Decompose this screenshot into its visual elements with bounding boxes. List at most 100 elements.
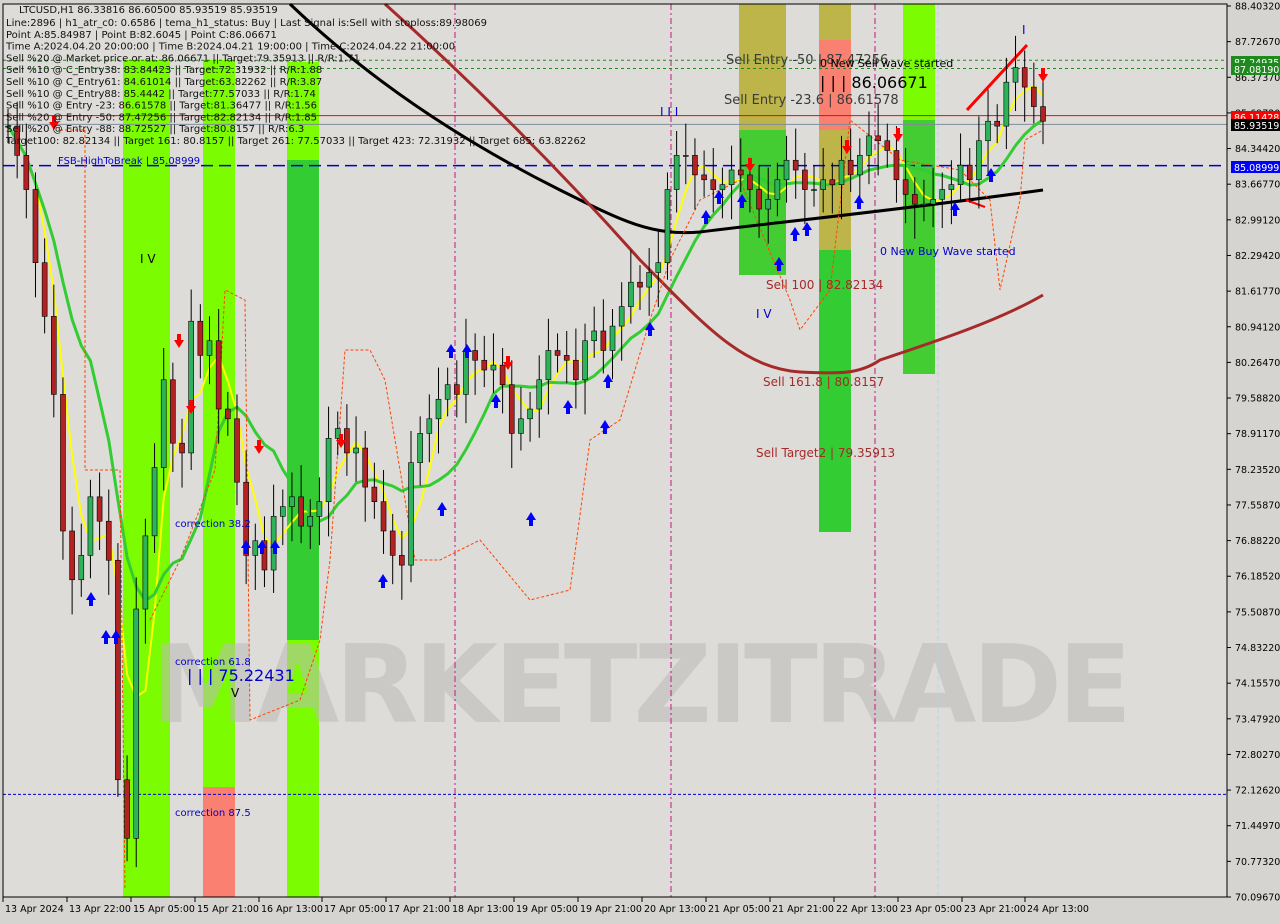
x-tick-label: 19 Apr 05:00 bbox=[516, 904, 578, 915]
candle-bull bbox=[728, 169, 735, 185]
candle-bear bbox=[298, 496, 304, 527]
annotation-label: Sell Entry -23.6 | 86.61578 bbox=[724, 93, 899, 108]
candle-bear bbox=[737, 169, 744, 176]
y-tick-label: 80.94120 bbox=[1235, 322, 1280, 333]
candle-bull bbox=[545, 350, 552, 381]
candle-bear bbox=[563, 355, 570, 361]
candle-bull bbox=[774, 179, 781, 200]
symbol-header: LTCUSD,H1 86.33816 86.60500 85.93519 85.… bbox=[19, 5, 278, 16]
candle-bear bbox=[994, 120, 1001, 127]
candle-bear bbox=[1031, 86, 1037, 107]
candle-bear bbox=[902, 179, 909, 195]
candle-bear bbox=[96, 496, 103, 522]
annotation-label: 0 New Buy Wave started bbox=[880, 245, 1016, 258]
x-tick-label: 13 Apr 2024 bbox=[5, 904, 64, 915]
candle-bear bbox=[701, 174, 707, 181]
candle-bull bbox=[188, 320, 194, 454]
candle-bear bbox=[115, 559, 121, 781]
candle-bear bbox=[41, 262, 48, 317]
zone-7 bbox=[739, 130, 786, 275]
candle-bear bbox=[124, 779, 130, 839]
y-tick-label: 70.09670 bbox=[1235, 893, 1280, 904]
candle-bear bbox=[225, 408, 231, 420]
info-line: Sell %10 @ C_Entry61: 84.61014 || Target… bbox=[6, 77, 322, 88]
candle-bull bbox=[957, 164, 964, 185]
candle-bull bbox=[78, 555, 85, 581]
candle-bear bbox=[454, 384, 460, 395]
candle-bull bbox=[682, 155, 689, 157]
candle-bull bbox=[536, 379, 543, 410]
candle-bear bbox=[60, 394, 66, 532]
y-tick-label: 78.23520 bbox=[1235, 465, 1280, 476]
candle-bull bbox=[133, 608, 140, 839]
candle-bear bbox=[371, 486, 378, 503]
x-tick-label: 23 Apr 21:00 bbox=[964, 904, 1026, 915]
candle-bull bbox=[444, 384, 451, 400]
candle-bull bbox=[985, 120, 991, 142]
candle-bull bbox=[609, 325, 616, 351]
candle-bull bbox=[279, 506, 286, 517]
x-tick-label: 15 Apr 05:00 bbox=[133, 904, 195, 915]
candle-bull bbox=[838, 159, 845, 185]
candle-bear bbox=[756, 189, 762, 210]
candle-bear bbox=[499, 364, 506, 385]
candle-bull bbox=[87, 496, 94, 556]
chart-area[interactable]: MARKETZITRADE FSB-HighToBreak | 85.08999… bbox=[0, 0, 1280, 920]
candle-bull bbox=[921, 203, 927, 206]
candle-bear bbox=[554, 350, 561, 356]
candle-bear bbox=[573, 359, 579, 381]
y-tick-label: 80.26470 bbox=[1235, 358, 1280, 369]
info-line: Sell %10 @ C_Entry38: 83.84423 || Target… bbox=[6, 65, 322, 76]
zone-5 bbox=[287, 160, 319, 640]
y-tick-label: 75.50870 bbox=[1235, 607, 1280, 618]
candle-bull bbox=[618, 306, 625, 327]
candle-bull bbox=[719, 184, 726, 190]
y-tick-label: 76.88220 bbox=[1235, 536, 1280, 547]
candle-bull bbox=[646, 272, 652, 288]
candle-bear bbox=[875, 135, 881, 142]
candle-bull bbox=[353, 447, 359, 454]
y-tick-label: 74.15570 bbox=[1235, 679, 1280, 690]
candle-bear bbox=[1021, 67, 1028, 88]
candle-bear bbox=[170, 379, 176, 444]
candle-bear bbox=[1040, 106, 1046, 122]
annotation-label: 0 New Sell wave started bbox=[820, 57, 953, 70]
x-tick-label: 22 Apr 13:00 bbox=[836, 904, 898, 915]
y-tick-label: 82.99120 bbox=[1235, 215, 1280, 226]
x-tick-label: 21 Apr 05:00 bbox=[708, 904, 770, 915]
candle-bear bbox=[472, 350, 478, 361]
candle-bear bbox=[69, 530, 75, 581]
candle-bear bbox=[847, 159, 854, 176]
candle-bear bbox=[792, 159, 799, 171]
candle-bear bbox=[362, 447, 369, 488]
annotation-label: correction 38.2 bbox=[175, 519, 251, 530]
info-line: Sell %20 @ Entry -88: 88.72527 || Target… bbox=[6, 124, 304, 135]
candle-bear bbox=[481, 359, 488, 371]
watermark: MARKETZITRADE bbox=[152, 623, 1132, 748]
annotation-label: I V bbox=[140, 252, 156, 266]
y-tick-label: 84.34420 bbox=[1235, 144, 1280, 155]
candle-bull bbox=[820, 179, 826, 190]
y-tick-label: 79.58820 bbox=[1235, 394, 1280, 405]
candle-bear bbox=[692, 155, 698, 176]
x-tick-label: 13 Apr 22:00 bbox=[69, 904, 131, 915]
price-chart[interactable]: MARKETZITRADE FSB-HighToBreak | 85.08999… bbox=[0, 0, 1280, 920]
candle-bull bbox=[628, 281, 634, 307]
candle-bull bbox=[976, 140, 982, 181]
candle-bull bbox=[490, 364, 497, 371]
x-tick-label: 19 Apr 21:00 bbox=[580, 904, 642, 915]
candle-bear bbox=[911, 194, 918, 205]
candle-bull bbox=[939, 189, 946, 200]
x-tick-label: 17 Apr 05:00 bbox=[324, 904, 386, 915]
x-tick-label: 24 Apr 13:00 bbox=[1027, 904, 1089, 915]
candle-bear bbox=[829, 179, 836, 185]
x-tick-label: 15 Apr 21:00 bbox=[197, 904, 259, 915]
candle-bull bbox=[857, 155, 863, 176]
candle-bear bbox=[179, 442, 185, 454]
candle-bull bbox=[417, 433, 423, 463]
candle-bear bbox=[389, 530, 396, 556]
y-tick-label: 70.77320 bbox=[1235, 857, 1280, 868]
candle-bull bbox=[426, 418, 433, 434]
candle-bull bbox=[408, 462, 414, 566]
info-line: Line:2896 | h1_atr_c0: 0.6586 | tema_h1_… bbox=[6, 18, 487, 29]
